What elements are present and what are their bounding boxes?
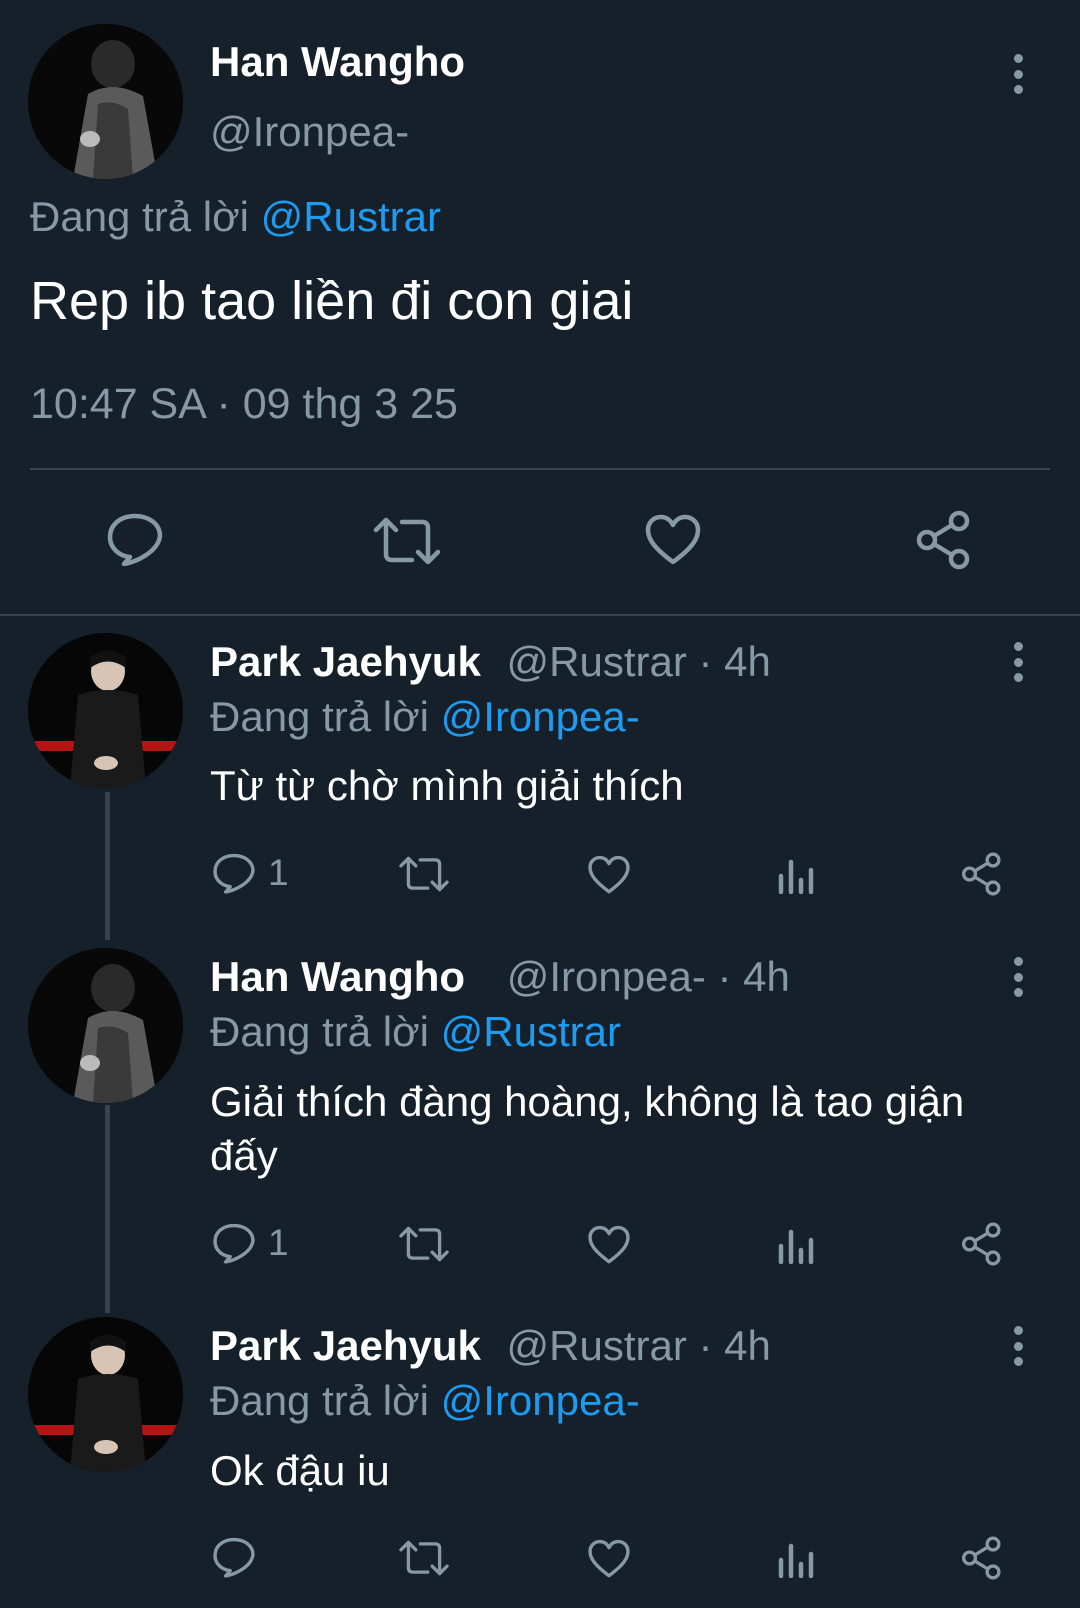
avatar[interactable] [28,633,183,788]
share-button[interactable] [960,1222,1004,1266]
tweet-text-line: Giải thích đàng hoàng, không là tao giận [210,1078,965,1125]
retweet-icon [399,1226,449,1262]
more-options-icon[interactable] [1011,1326,1025,1366]
author-name[interactable]: Park Jaehyuk [210,1322,481,1369]
author-name[interactable]: Han Wangho [210,38,465,86]
reply-context: Đang trả lời @Ironpea- [210,1377,640,1425]
thread-line [105,792,110,940]
share-icon [916,510,970,570]
reply-icon [213,853,255,894]
author-handle[interactable]: @Rustrar [507,1322,687,1369]
reply-count: 1 [268,852,289,893]
like-button[interactable] [587,855,631,895]
reply-to-link[interactable]: @Rustrar [261,193,441,240]
retweet-icon [399,1540,449,1576]
reply-button[interactable]: 1 [212,1222,289,1264]
reply-context: Đang trả lời @Rustrar [30,193,441,241]
avatar-photo [28,948,183,1103]
more-options-icon[interactable] [1011,957,1025,997]
analytics-icon [778,1543,814,1578]
avatar[interactable] [28,1317,183,1472]
like-button[interactable] [587,1539,631,1579]
thread-line [105,1105,110,1313]
reply-icon [213,1223,255,1264]
author-handle[interactable]: @Ironpea- [507,953,706,1000]
reply-button[interactable] [106,512,164,566]
like-icon [588,855,630,894]
share-button[interactable] [960,852,1004,896]
retweet-icon [399,856,449,892]
like-button[interactable] [587,1225,631,1265]
tweet-header: Park Jaehyuk @Rustrar · 4h [210,1322,771,1370]
reply-icon [213,1537,255,1578]
avatar-photo [28,633,183,788]
tweet-text: Ok đậu iu [210,1447,390,1494]
avatar-photo [28,24,183,179]
retweet-icon [373,517,441,565]
analytics-button[interactable] [777,858,815,894]
share-icon [962,1222,1001,1266]
reply-button[interactable] [212,1536,268,1578]
tweet-time[interactable]: · 4h [718,953,790,1000]
retweet-button[interactable] [398,1225,450,1263]
tweet-text: Từ từ chờ mình giải thích [210,762,684,809]
tweet-time[interactable]: · 4h [699,1322,771,1369]
reply-prefix: Đang trả lời [210,1377,429,1424]
retweet-button[interactable] [398,855,450,893]
reply-icon [107,513,163,566]
avatar[interactable] [28,24,183,179]
author-handle[interactable]: @Ironpea- [210,108,409,156]
divider [30,468,1050,470]
retweet-button[interactable] [372,516,442,566]
reply-count: 1 [268,1222,289,1263]
reply-prefix: Đang trả lời [210,693,429,740]
share-icon [962,852,1001,896]
tweet-header: Park Jaehyuk @Rustrar · 4h [210,638,771,686]
tweet-header: Han Wangho @Ironpea- · 4h [210,953,790,1001]
like-icon [588,1539,630,1578]
more-options-icon[interactable] [1011,642,1025,682]
like-icon [588,1225,630,1264]
author-handle[interactable]: @Rustrar [507,638,687,685]
analytics-button[interactable] [777,1228,815,1264]
like-button[interactable] [644,514,702,566]
analytics-icon [778,1229,814,1264]
share-icon [962,1536,1001,1580]
retweet-button[interactable] [398,1539,450,1577]
reply-to-link[interactable]: @Ironpea- [441,693,640,740]
author-name[interactable]: Park Jaehyuk [210,638,481,685]
reply-context: Đang trả lời @Rustrar [210,1008,621,1056]
more-options-icon[interactable] [1011,54,1025,94]
tweet-text-line: đấy [210,1132,278,1179]
reply-prefix: Đang trả lời [30,193,249,240]
tweet-text: Rep ib tao liền đi con giai [30,271,634,331]
author-name[interactable]: Han Wangho [210,953,465,1000]
share-button[interactable] [960,1536,1004,1580]
tweet-timestamp[interactable]: 10:47 SA · 09 thg 3 25 [30,380,458,429]
reply-button[interactable]: 1 [212,852,289,894]
reply-to-link[interactable]: @Rustrar [441,1008,621,1055]
reply-context: Đang trả lời @Ironpea- [210,693,640,741]
analytics-icon [778,859,814,894]
avatar-photo [28,1317,183,1472]
share-button[interactable] [914,510,974,570]
tweet-time[interactable]: · 4h [699,638,771,685]
reply-to-link[interactable]: @Ironpea- [441,1377,640,1424]
like-icon [645,514,701,565]
reply-prefix: Đang trả lời [210,1008,429,1055]
avatar[interactable] [28,948,183,1103]
section-divider [0,614,1080,616]
analytics-button[interactable] [777,1542,815,1578]
